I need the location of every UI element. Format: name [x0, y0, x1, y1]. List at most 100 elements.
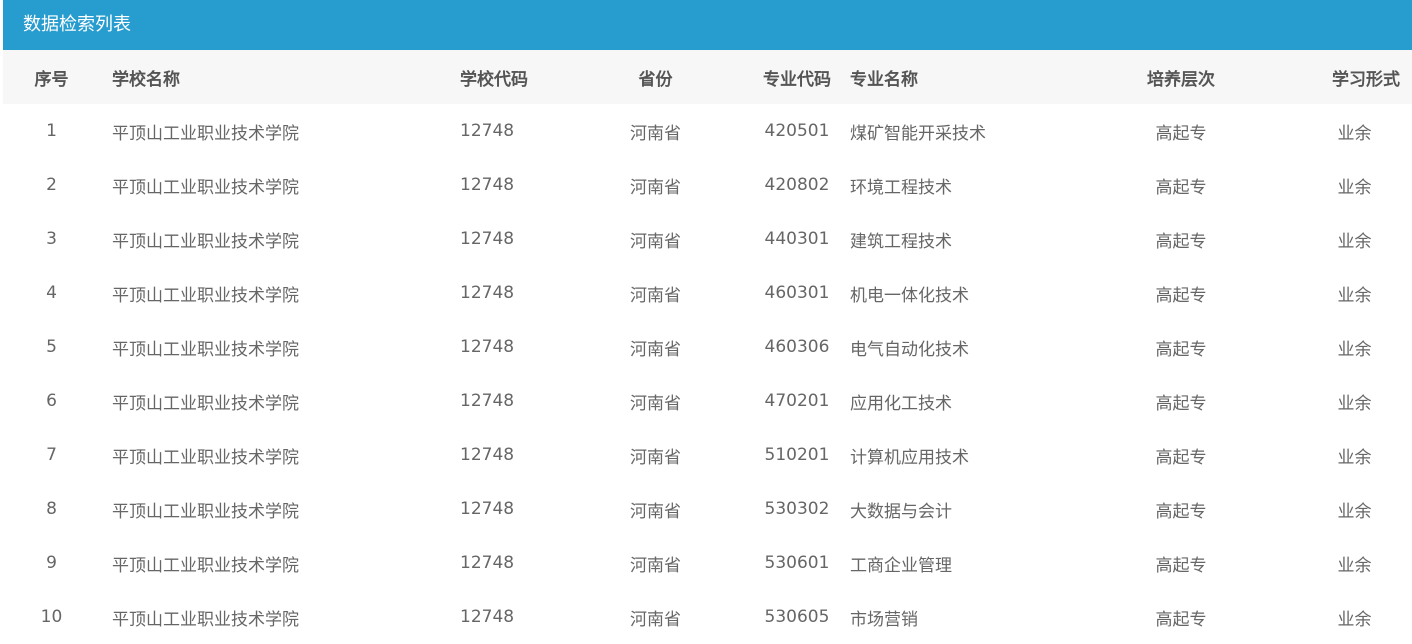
cell-school-name: 平顶山工业职业技术学院	[112, 285, 299, 306]
cell-school-code: 12748	[460, 553, 515, 573]
cell-school-code: 12748	[460, 121, 515, 141]
cell-school-code: 12748	[460, 445, 515, 465]
table-row: 1 平顶山工业职业技术学院 12748 河南省 420501 煤矿智能开采技术 高起专 业余	[3, 104, 1412, 158]
table-header-row: 序号 学校名称 学校代码 省份 专业代码 专业名称 培养层次 学习形式	[3, 50, 1412, 104]
panel-header: 数据检索列表	[3, 0, 1412, 50]
cell-index: 4	[46, 283, 57, 303]
table-row: 3 平顶山工业职业技术学院 12748 河南省 440301 建筑工程技术 高起专 业余	[3, 212, 1412, 266]
table-row: 2 平顶山工业职业技术学院 12748 河南省 420802 环境工程技术 高起专 业余	[3, 158, 1412, 212]
cell-major-code: 530302	[764, 499, 830, 519]
cell-index: 3	[46, 229, 57, 249]
table-row: 6 平顶山工业职业技术学院 12748 河南省 470201 应用化工技术 高起专 业余	[3, 374, 1412, 428]
cell-index: 2	[46, 175, 57, 195]
cell-major-code: 530601	[764, 553, 830, 573]
cell-major-name: 应用化工技术	[850, 393, 952, 414]
cell-major-name: 机电一体化技术	[850, 285, 969, 306]
cell-major-name: 计算机应用技术	[850, 447, 969, 468]
cell-major-name: 电气自动化技术	[850, 339, 969, 360]
cell-major-name: 环境工程技术	[850, 177, 952, 198]
cell-study-mode: 业余	[1337, 447, 1372, 468]
cell-school-code: 12748	[460, 229, 515, 249]
cell-major-code: 420802	[764, 175, 830, 195]
cell-index: 7	[46, 445, 57, 465]
cell-index: 9	[46, 553, 57, 573]
cell-school-code: 12748	[460, 283, 515, 303]
cell-major-code: 530605	[764, 607, 830, 627]
cell-level: 高起专	[1155, 393, 1207, 414]
cell-school-code: 12748	[460, 499, 515, 519]
results-table: 序号 学校名称 学校代码 省份 专业代码 专业名称 培养层次 学习形式 1 平顶山…	[3, 50, 1412, 644]
cell-level: 高起专	[1155, 123, 1207, 144]
cell-school-name: 平顶山工业职业技术学院	[112, 177, 299, 198]
cell-province: 河南省	[630, 555, 681, 576]
header-province: 省份	[638, 69, 673, 90]
cell-level: 高起专	[1155, 285, 1207, 306]
cell-index: 1	[46, 121, 57, 141]
cell-school-name: 平顶山工业职业技术学院	[112, 447, 299, 468]
cell-school-name: 平顶山工业职业技术学院	[112, 123, 299, 144]
cell-study-mode: 业余	[1337, 231, 1372, 252]
header-index: 序号	[34, 69, 69, 90]
cell-level: 高起专	[1155, 339, 1207, 360]
table-row: 9 平顶山工业职业技术学院 12748 河南省 530601 工商企业管理 高起专 业余	[3, 536, 1412, 590]
table-row: 4 平顶山工业职业技术学院 12748 河南省 460301 机电一体化技术 高起专 业余	[3, 266, 1412, 320]
cell-level: 高起专	[1155, 447, 1207, 468]
table-header: 序号 学校名称 学校代码 省份 专业代码 专业名称 培养层次 学习形式	[3, 50, 1412, 104]
cell-province: 河南省	[630, 177, 681, 198]
table-row: 10 平顶山工业职业技术学院 12748 河南省 530605 市场营销 高起专 业余	[3, 590, 1412, 644]
cell-index: 8	[46, 499, 57, 519]
cell-level: 高起专	[1155, 501, 1207, 522]
cell-study-mode: 业余	[1337, 501, 1372, 522]
cell-major-name: 市场营销	[850, 609, 918, 630]
cell-major-code: 510201	[764, 445, 830, 465]
cell-major-name: 大数据与会计	[850, 501, 952, 522]
cell-major-name: 建筑工程技术	[850, 231, 952, 252]
cell-school-name: 平顶山工业职业技术学院	[112, 609, 299, 630]
cell-province: 河南省	[630, 393, 681, 414]
cell-index: 10	[40, 607, 63, 627]
cell-level: 高起专	[1155, 555, 1207, 576]
cell-index: 6	[46, 391, 57, 411]
cell-school-name: 平顶山工业职业技术学院	[112, 339, 299, 360]
cell-province: 河南省	[630, 123, 681, 144]
header-major-code: 专业代码	[763, 69, 831, 90]
cell-study-mode: 业余	[1337, 123, 1372, 144]
cell-study-mode: 业余	[1337, 609, 1372, 630]
cell-major-code: 420501	[764, 121, 830, 141]
cell-major-code: 460306	[764, 337, 830, 357]
cell-level: 高起专	[1155, 231, 1207, 252]
data-search-panel: 数据检索列表 序号 学校名称 学校代码 省份 专业代码 专业名称 培养层次 学习…	[0, 0, 1412, 644]
cell-school-name: 平顶山工业职业技术学院	[112, 393, 299, 414]
table-body: 1 平顶山工业职业技术学院 12748 河南省 420501 煤矿智能开采技术 高起专 业余 2…	[3, 104, 1412, 644]
header-school-code: 学校代码	[460, 69, 528, 90]
cell-province: 河南省	[630, 609, 681, 630]
cell-school-name: 平顶山工业职业技术学院	[112, 555, 299, 576]
table-row: 7 平顶山工业职业技术学院 12748 河南省 510201 计算机应用技术 高起专 业余	[3, 428, 1412, 482]
header-school-name: 学校名称	[112, 69, 180, 90]
cell-study-mode: 业余	[1337, 177, 1372, 198]
header-major-name: 专业名称	[850, 69, 918, 90]
table-row: 5 平顶山工业职业技术学院 12748 河南省 460306 电气自动化技术 高起专 业余	[3, 320, 1412, 374]
cell-province: 河南省	[630, 501, 681, 522]
cell-school-code: 12748	[460, 391, 515, 411]
cell-province: 河南省	[630, 285, 681, 306]
header-study-mode: 学习形式	[1332, 69, 1400, 90]
cell-level: 高起专	[1155, 609, 1207, 630]
cell-major-code: 440301	[764, 229, 830, 249]
header-level: 培养层次	[1147, 69, 1215, 90]
cell-school-code: 12748	[460, 175, 515, 195]
cell-school-code: 12748	[460, 337, 515, 357]
cell-major-code: 470201	[764, 391, 830, 411]
cell-major-name: 煤矿智能开采技术	[850, 123, 986, 144]
cell-province: 河南省	[630, 231, 681, 252]
cell-school-code: 12748	[460, 607, 515, 627]
cell-study-mode: 业余	[1337, 285, 1372, 306]
cell-school-name: 平顶山工业职业技术学院	[112, 501, 299, 522]
panel-title: 数据检索列表	[23, 14, 131, 35]
cell-study-mode: 业余	[1337, 339, 1372, 360]
table-row: 8 平顶山工业职业技术学院 12748 河南省 530302 大数据与会计 高起专 业余	[3, 482, 1412, 536]
cell-major-code: 460301	[764, 283, 830, 303]
cell-province: 河南省	[630, 339, 681, 360]
cell-index: 5	[46, 337, 57, 357]
cell-study-mode: 业余	[1337, 393, 1372, 414]
